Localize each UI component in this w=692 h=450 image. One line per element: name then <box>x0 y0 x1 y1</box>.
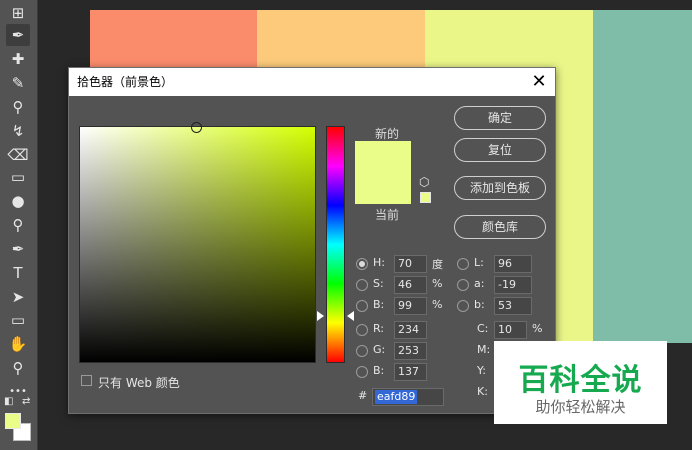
a-channel-radio[interactable] <box>457 279 469 291</box>
saturation-brightness-field[interactable] <box>79 122 316 363</box>
color-field-marker[interactable] <box>191 122 202 133</box>
lightness-radio[interactable] <box>457 258 469 270</box>
web-safe-cube-icon[interactable]: ⬡ <box>419 176 431 188</box>
b-channel-label: b: <box>474 298 485 311</box>
red-label: R: <box>373 322 385 335</box>
b-channel-input[interactable]: 53 <box>494 297 532 315</box>
zoom-tool-icon[interactable]: ⚲ <box>6 357 30 379</box>
a-channel-label: a: <box>474 277 485 290</box>
hue-slider-left-arrow-icon[interactable] <box>317 311 324 321</box>
b-channel-radio[interactable] <box>457 300 469 312</box>
watermark-title: 百科全说 <box>518 363 643 398</box>
a-channel-input[interactable]: -19 <box>494 276 532 294</box>
foreground-color-swatch[interactable] <box>5 413 21 429</box>
hex-input[interactable]: eafd89 <box>372 388 444 406</box>
red-radio[interactable] <box>356 324 368 336</box>
magenta-label: M: <box>477 343 491 356</box>
close-icon[interactable]: ✕ <box>529 72 549 92</box>
green-input[interactable]: 253 <box>394 342 427 360</box>
add-to-swatches-button[interactable]: 添加到色板 <box>454 176 546 200</box>
canvas-color-block <box>593 10 692 343</box>
yellow-label: Y: <box>477 364 486 377</box>
blur-tool-icon[interactable]: ● <box>6 190 30 212</box>
new-color-swatch <box>355 141 411 174</box>
web-colors-only-checkbox[interactable] <box>81 375 92 386</box>
cyan-input[interactable]: 10 <box>494 321 527 339</box>
brightness-input[interactable]: 99 <box>394 297 427 315</box>
hue-slider[interactable] <box>326 126 345 363</box>
hue-slider-right-arrow-icon[interactable] <box>347 311 354 321</box>
cyan-unit: % <box>532 322 543 335</box>
brightness-radio[interactable] <box>356 300 368 312</box>
hue-unit: 度 <box>432 258 443 271</box>
watermark-subtitle: 助你轻松解决 <box>535 398 626 416</box>
hex-value-selected: eafd89 <box>375 390 418 404</box>
green-label: G: <box>373 343 386 356</box>
cyan-label: C: <box>477 322 489 335</box>
type-tool-icon[interactable]: T <box>6 262 30 284</box>
lightness-label: L: <box>474 256 484 269</box>
brightness-unit: % <box>432 298 443 311</box>
web-safe-color-swatch[interactable] <box>420 192 431 203</box>
history-brush-tool-icon[interactable]: ↯ <box>6 120 30 142</box>
hand-tool-icon[interactable]: ✋ <box>6 333 30 355</box>
eraser-tool-icon[interactable]: ⌫ <box>6 144 30 166</box>
hue-radio[interactable] <box>356 258 368 270</box>
reset-button[interactable]: 复位 <box>454 138 546 162</box>
red-input[interactable]: 234 <box>394 321 427 339</box>
black-label: K: <box>477 385 488 398</box>
saturation-unit: % <box>432 277 443 290</box>
watermark-logo: 百科全说 助你轻松解决 <box>494 341 667 424</box>
saturation-label: S: <box>373 277 384 290</box>
web-colors-only-label: 只有 Web 颜色 <box>98 376 180 390</box>
blue-label: B: <box>373 364 385 377</box>
brightness-label: B: <box>373 298 385 311</box>
swap-colors-icon[interactable]: ⇄ <box>22 396 30 407</box>
path-selection-tool-icon[interactable]: ➤ <box>6 286 30 308</box>
default-colors-icon[interactable]: ◧ <box>4 396 13 407</box>
hue-input[interactable]: 70 <box>394 255 427 273</box>
ok-button[interactable]: 确定 <box>454 106 546 130</box>
saturation-radio[interactable] <box>356 279 368 291</box>
green-radio[interactable] <box>356 345 368 357</box>
healing-brush-tool-icon[interactable]: ✚ <box>6 48 30 70</box>
clone-stamp-tool-icon[interactable]: ⚲ <box>6 96 30 118</box>
dodge-tool-icon[interactable]: ⚲ <box>6 214 30 236</box>
current-color-swatch[interactable] <box>355 174 411 204</box>
dialog-title: 拾色器（前景色） <box>69 68 555 96</box>
hex-hash-label: # <box>358 389 368 402</box>
hue-label: H: <box>373 256 385 269</box>
brush-tool-icon[interactable]: ✎ <box>6 72 30 94</box>
rectangle-tool-icon[interactable]: ▭ <box>6 309 30 331</box>
move-tool-icon[interactable]: ⊞ <box>6 2 30 24</box>
pen-tool-icon[interactable]: ✒ <box>6 238 30 260</box>
lightness-input[interactable]: 96 <box>494 255 532 273</box>
blue-radio[interactable] <box>356 366 368 378</box>
tools-panel: ⊞ ✒ ✚ ✎ ⚲ ↯ ⌫ ▭ ● ⚲ ✒ T ➤ ▭ ✋ ⚲ ••• ◧ ⇄ <box>0 0 38 450</box>
color-picker-dialog: 拾色器（前景色） ✕ 新的 当前 ⬡ 确定 复位 添加到色板 颜色库 H: 70… <box>68 67 556 414</box>
eyedropper-tool-icon[interactable]: ✒ <box>6 24 30 46</box>
current-color-label: 当前 <box>374 208 399 222</box>
new-color-label: 新的 <box>374 127 399 141</box>
color-libraries-button[interactable]: 颜色库 <box>454 215 546 239</box>
blue-input[interactable]: 137 <box>394 363 427 381</box>
saturation-input[interactable]: 46 <box>394 276 427 294</box>
gradient-tool-icon[interactable]: ▭ <box>6 166 30 188</box>
